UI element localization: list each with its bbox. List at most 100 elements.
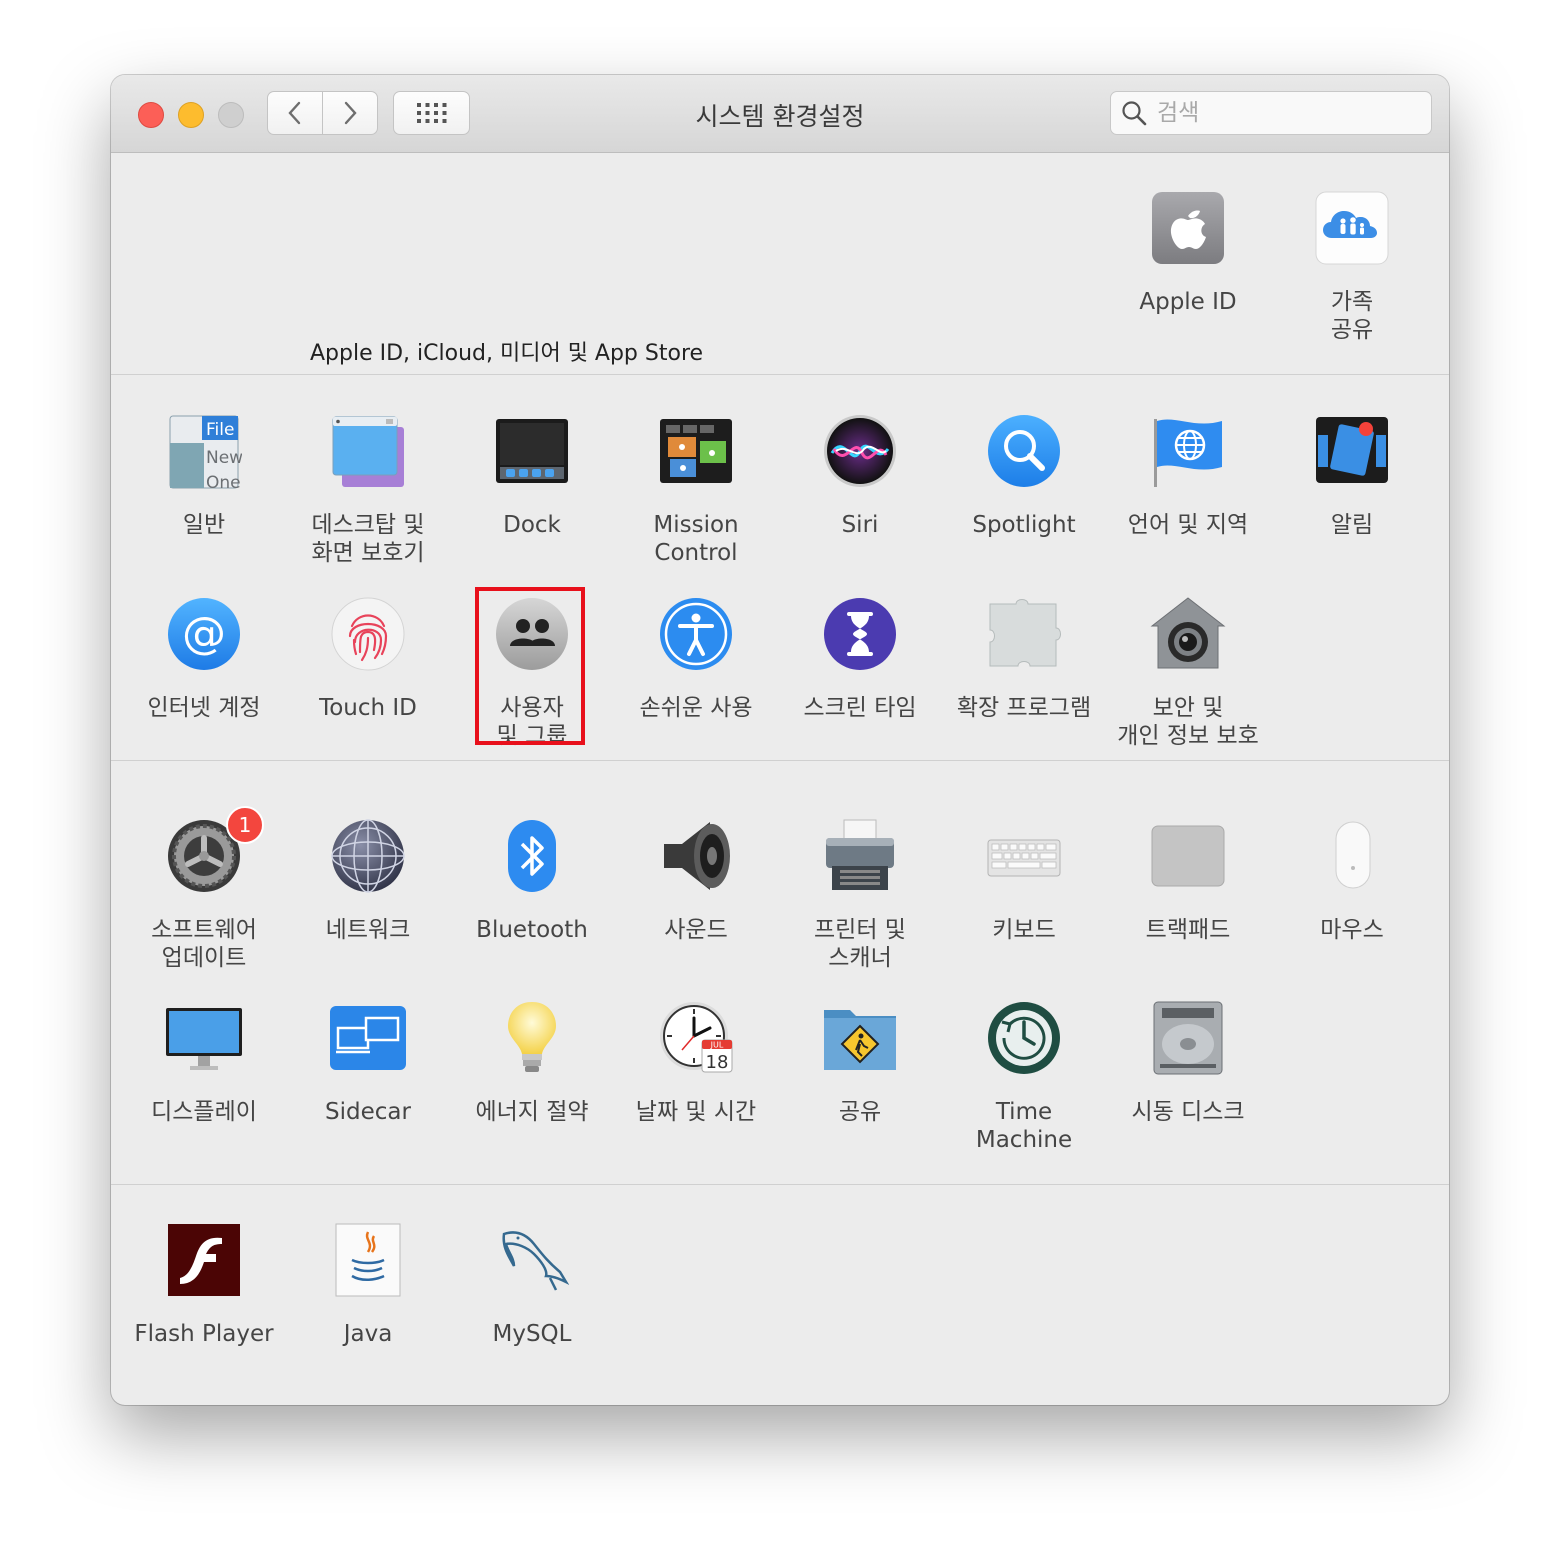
pane-mysql[interactable]: MySQL xyxy=(450,1222,614,1348)
pane-label: Spotlight xyxy=(972,512,1076,538)
pane-label: 디스플레이 xyxy=(151,1099,257,1125)
pane-label: 시동 디스크 xyxy=(1131,1099,1245,1125)
pane-label: 에너지 절약 xyxy=(475,1099,589,1125)
pane-java[interactable]: Java xyxy=(286,1222,450,1348)
pane-startup-disk[interactable]: 시동 디스크 xyxy=(1106,1000,1270,1126)
pane-flash-player[interactable]: Flash Player xyxy=(122,1222,286,1348)
pane-label: 소프트웨어 업데이트 xyxy=(151,917,257,971)
pane-network[interactable]: 네트워크 xyxy=(286,818,450,944)
pane-security-privacy[interactable]: 보안 및 개인 정보 보호 xyxy=(1106,596,1270,750)
pane-sidecar[interactable]: Sidecar xyxy=(286,1000,450,1126)
pane-label: 알림 xyxy=(1330,512,1374,538)
spotlight-icon xyxy=(986,413,1062,489)
pane-siri[interactable]: Siri xyxy=(778,413,942,539)
java-icon xyxy=(330,1222,406,1298)
startup-disk-icon xyxy=(1150,1000,1226,1076)
calendar-month: JUL xyxy=(710,1041,724,1050)
pane-label: 키보드 xyxy=(992,917,1056,943)
sound-icon xyxy=(658,818,734,894)
pane-label: 트랙패드 xyxy=(1145,917,1231,943)
pane-extensions[interactable]: 확장 프로그램 xyxy=(942,596,1106,722)
account-summary-label: Apple ID, iCloud, 미디어 및 App Store xyxy=(310,341,704,366)
pane-label: Bluetooth xyxy=(476,917,588,943)
pane-label: 사운드 xyxy=(664,917,728,943)
pane-users-groups[interactable]: 사용자 및 그룹 xyxy=(450,596,614,750)
general-icon: File New One xyxy=(166,413,242,489)
pane-screen-time[interactable]: 스크린 타임 xyxy=(778,596,942,722)
pane-mission-control[interactable]: Mission Control xyxy=(614,413,778,567)
trackpad-icon xyxy=(1150,818,1226,894)
energy-saver-icon xyxy=(494,1000,570,1076)
pane-general[interactable]: File New One 일반 xyxy=(122,413,286,539)
extensions-icon xyxy=(986,596,1062,672)
general-icon-text: One xyxy=(206,473,241,489)
siri-icon xyxy=(822,413,898,489)
pane-keyboard[interactable]: 키보드 xyxy=(942,818,1106,944)
pane-dock[interactable]: Dock xyxy=(450,413,614,539)
pane-sound[interactable]: 사운드 xyxy=(614,818,778,944)
pane-label: 확장 프로그램 xyxy=(956,695,1092,721)
pane-label: Mission Control xyxy=(653,512,739,566)
section-divider xyxy=(111,1184,1449,1185)
pane-touch-id[interactable]: Touch ID xyxy=(286,596,450,722)
accessibility-icon xyxy=(658,596,734,672)
mysql-icon xyxy=(494,1222,570,1298)
keyboard-icon xyxy=(986,818,1062,894)
pane-label: Touch ID xyxy=(319,695,417,721)
pane-accessibility[interactable]: 손쉬운 사용 xyxy=(614,596,778,722)
pane-label: Time Machine xyxy=(975,1099,1073,1153)
general-icon-text: File xyxy=(206,420,234,440)
sharing-icon xyxy=(822,1000,898,1076)
pane-bluetooth[interactable]: Bluetooth xyxy=(450,818,614,944)
pane-software-update[interactable]: 1 소프트웨어 업데이트 xyxy=(122,806,286,972)
screen-time-icon xyxy=(822,596,898,672)
svg-text:@: @ xyxy=(182,608,226,659)
pane-label: 네트워크 xyxy=(325,917,411,943)
pane-label: 날짜 및 시간 xyxy=(635,1099,757,1125)
pane-date-time[interactable]: JUL 18 날짜 및 시간 xyxy=(614,1000,778,1126)
pane-sharing[interactable]: 공유 xyxy=(778,1000,942,1126)
search-icon xyxy=(1122,101,1147,126)
pane-family-sharing[interactable]: 가족 공유 xyxy=(1270,190,1434,344)
pane-desktop-screensaver[interactable]: 데스크탑 및 화면 보호기 xyxy=(286,413,450,567)
pane-label: 보안 및 개인 정보 보호 xyxy=(1117,695,1259,749)
touch-id-icon xyxy=(330,596,406,672)
pane-label: 손쉬운 사용 xyxy=(639,695,753,721)
bluetooth-icon xyxy=(494,818,570,894)
pane-displays[interactable]: 디스플레이 xyxy=(122,1000,286,1126)
pane-label: 마우스 xyxy=(1320,917,1384,943)
time-machine-icon xyxy=(986,1000,1062,1076)
pane-label: 공유 xyxy=(838,1099,882,1125)
pane-language-region[interactable]: 언어 및 지역 xyxy=(1106,413,1270,539)
sidecar-icon xyxy=(330,1000,406,1076)
printers-scanners-icon xyxy=(822,818,898,894)
pane-label: Siri xyxy=(841,512,879,538)
pane-label: 인터넷 계정 xyxy=(147,695,261,721)
flash-player-icon xyxy=(166,1222,242,1298)
section-divider xyxy=(111,374,1449,375)
section-divider xyxy=(111,760,1449,761)
update-count-badge: 1 xyxy=(226,806,264,844)
pane-notifications[interactable]: 알림 xyxy=(1270,413,1434,539)
date-time-icon: JUL 18 xyxy=(658,1000,734,1076)
title-bar: 시스템 환경설정 xyxy=(111,75,1449,153)
pane-label: 가족 공유 xyxy=(1330,289,1374,343)
pane-label: Flash Player xyxy=(134,1321,274,1347)
search-input[interactable] xyxy=(1155,99,1419,127)
calendar-day: 18 xyxy=(706,1052,729,1073)
language-region-icon xyxy=(1150,413,1226,489)
desktop-screensaver-icon xyxy=(330,413,406,489)
pane-label: 사용자 및 그룹 xyxy=(496,695,568,749)
pane-printers-scanners[interactable]: 프린터 및 스캐너 xyxy=(778,818,942,972)
notifications-icon xyxy=(1314,413,1390,489)
pane-time-machine[interactable]: Time Machine xyxy=(942,1000,1106,1154)
pane-trackpad[interactable]: 트랙패드 xyxy=(1106,818,1270,944)
pane-internet-accounts[interactable]: @ 인터넷 계정 xyxy=(122,596,286,722)
pane-spotlight[interactable]: Spotlight xyxy=(942,413,1106,539)
pane-label: MySQL xyxy=(492,1321,572,1347)
search-field[interactable] xyxy=(1110,91,1432,135)
pane-mouse[interactable]: 마우스 xyxy=(1270,818,1434,944)
software-update-icon: 1 xyxy=(166,806,264,894)
pane-apple-id[interactable]: Apple ID xyxy=(1106,190,1270,316)
pane-energy-saver[interactable]: 에너지 절약 xyxy=(450,1000,614,1126)
